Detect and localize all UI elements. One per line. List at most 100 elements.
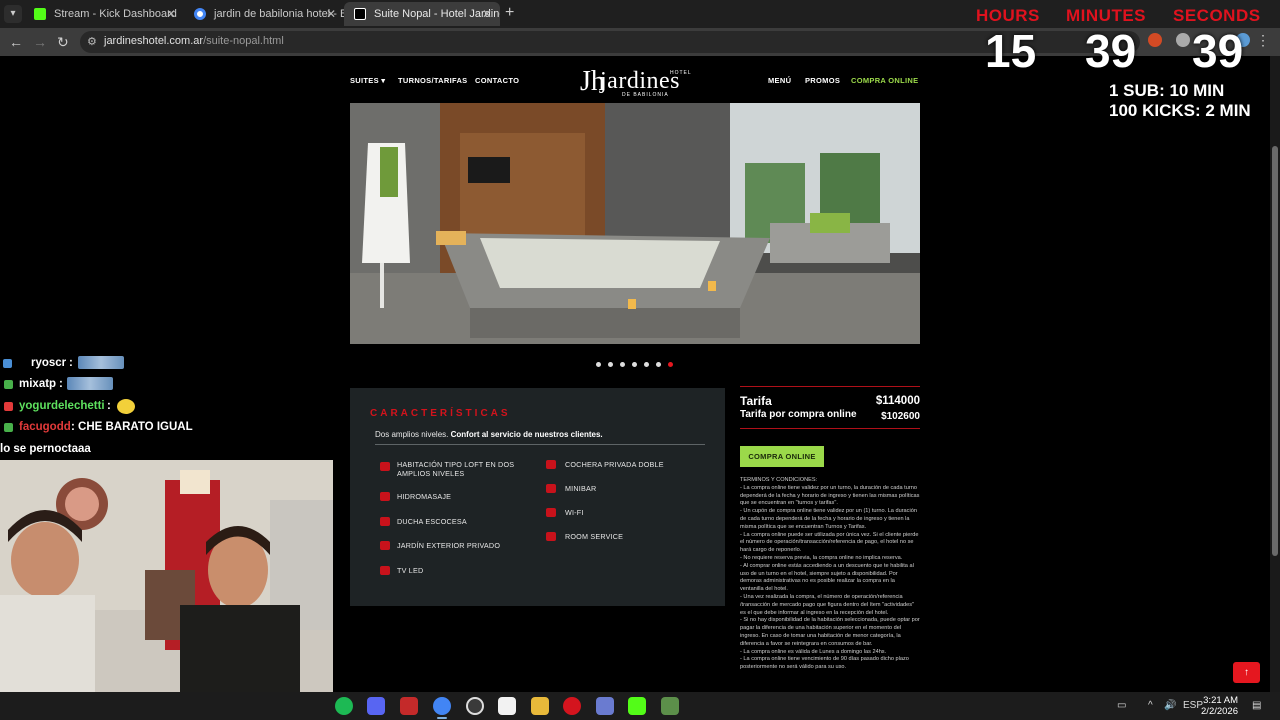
minutes-value: 39 bbox=[1085, 25, 1137, 77]
wifi-icon bbox=[546, 508, 556, 517]
nav-suites[interactable]: SUITES ▾ bbox=[350, 76, 385, 85]
system-clock[interactable]: 3:21 AM 2/2/2026 bbox=[1201, 695, 1238, 717]
opera-icon[interactable] bbox=[563, 697, 581, 715]
seconds-value: 39 bbox=[1192, 25, 1244, 77]
spotify-icon[interactable] bbox=[335, 697, 353, 715]
jardines-favicon-icon bbox=[354, 8, 366, 20]
shower-icon bbox=[380, 517, 390, 526]
logo-hotel-label: HOTEL bbox=[670, 70, 692, 76]
clock-date: 2/2/2026 bbox=[1201, 706, 1238, 717]
close-tab-icon[interactable]: ✕ bbox=[166, 2, 176, 26]
tab-search-button[interactable]: ▾ bbox=[4, 5, 22, 23]
face-emote-icon bbox=[117, 399, 135, 414]
nav-compra-online[interactable]: COMPRA ONLINE bbox=[851, 76, 918, 85]
loft-icon bbox=[380, 462, 390, 471]
tab-title: jardin de babilonia hotel - Busc bbox=[214, 8, 344, 20]
tarifa-price: $114000 bbox=[875, 395, 920, 407]
chrome-icon[interactable] bbox=[433, 697, 451, 715]
features-intro: Dos amplios niveles. Confort al servicio… bbox=[375, 430, 603, 439]
logo-name: jardines bbox=[600, 68, 680, 94]
feature-item: WI-FI bbox=[565, 508, 584, 517]
badge-icon bbox=[4, 402, 13, 411]
back-arrow-icon[interactable]: ← bbox=[9, 34, 23, 50]
badge-icon bbox=[4, 380, 13, 389]
nav-turnos-tarifas[interactable]: TURNOS/TARIFAS bbox=[398, 76, 467, 85]
features-title: CARACTERÍSTICAS bbox=[370, 408, 511, 419]
app-icon[interactable] bbox=[661, 697, 679, 715]
logo-subtitle: DE BABILONIA bbox=[622, 92, 669, 98]
slider-dot[interactable] bbox=[596, 362, 601, 367]
tv-icon bbox=[380, 566, 390, 575]
slider-dot[interactable] bbox=[608, 362, 613, 367]
slider-dot[interactable] bbox=[620, 362, 625, 367]
sub-rule: 1 SUB: 10 MIN bbox=[1109, 81, 1225, 100]
close-tab-icon[interactable]: ✕ bbox=[326, 2, 336, 26]
minibar-icon bbox=[546, 484, 556, 493]
browser-menu-icon[interactable]: ⋮ bbox=[1256, 32, 1270, 49]
back-to-top-button[interactable]: ↑ bbox=[1233, 662, 1260, 683]
app-icon[interactable] bbox=[498, 697, 516, 715]
slider-dot[interactable] bbox=[656, 362, 661, 367]
chat-separator: : bbox=[107, 400, 111, 412]
active-app-indicator bbox=[437, 717, 447, 719]
extension-icon[interactable] bbox=[1176, 33, 1190, 47]
tray-overflow-icon[interactable]: ^ bbox=[1148, 700, 1153, 711]
chat-username: yogurdelechetti bbox=[19, 400, 105, 412]
new-tab-button[interactable]: + bbox=[505, 4, 514, 22]
discord-icon[interactable] bbox=[367, 697, 385, 715]
app-icon[interactable] bbox=[596, 697, 614, 715]
feature-item: ROOM SERVICE bbox=[565, 532, 624, 541]
tab-suite-nopal[interactable]: Suite Nopal - Hotel Jardines de ✕ bbox=[344, 2, 500, 26]
clock-time: 3:21 AM bbox=[1203, 695, 1238, 706]
forward-arrow-icon[interactable]: → bbox=[33, 34, 47, 50]
kick-icon[interactable] bbox=[628, 697, 646, 715]
chat-emote bbox=[67, 377, 113, 390]
nav-contacto[interactable]: CONTACTO bbox=[475, 76, 519, 85]
feature-item: DUCHA ESCOCESA bbox=[397, 517, 467, 526]
address-bar[interactable]: ⚙ jardineshotel.com.ar/suite-nopal.html bbox=[80, 31, 1140, 53]
suite-photo-illustration bbox=[350, 103, 920, 344]
divider bbox=[740, 386, 920, 387]
volume-icon[interactable]: 🔊 bbox=[1164, 700, 1176, 711]
tab-title: Stream - Kick Dashboard bbox=[54, 8, 177, 20]
close-tab-icon[interactable]: ✕ bbox=[482, 2, 492, 26]
garage-icon bbox=[546, 460, 556, 469]
terms-and-conditions: TÉRMINOS Y CONDICIONES: - La compra onli… bbox=[740, 477, 920, 671]
notifications-icon[interactable]: ▤ bbox=[1252, 700, 1261, 711]
address-url: jardineshotel.com.ar/suite-nopal.html bbox=[104, 35, 284, 47]
hours-label: HOURS bbox=[976, 6, 1040, 25]
garden-icon bbox=[380, 541, 390, 550]
reload-icon[interactable]: ↻ bbox=[57, 34, 69, 50]
slider-dot-active[interactable] bbox=[668, 362, 673, 367]
extension-icon[interactable] bbox=[1148, 33, 1162, 47]
divider bbox=[740, 428, 920, 429]
language-indicator[interactable]: ESP bbox=[1183, 700, 1203, 711]
feature-item: TV LED bbox=[397, 566, 424, 575]
divider bbox=[375, 444, 705, 445]
site-logo[interactable]: Jh jardines DE BABILONIA HOTEL bbox=[580, 68, 691, 99]
nav-promos[interactable]: PROMOS bbox=[805, 76, 840, 85]
feature-item: COCHERA PRIVADA DOBLE bbox=[565, 460, 664, 469]
chat-username: ryoscr bbox=[31, 357, 67, 369]
tab-kick-dashboard[interactable]: Stream - Kick Dashboard ✕ bbox=[24, 2, 184, 26]
kicks-rule: 100 KICKS: 2 MIN bbox=[1109, 101, 1251, 120]
chat-text: : CHE BARATO IGUAL bbox=[71, 421, 193, 433]
online-rate-label: Tarifa por compra online bbox=[740, 409, 857, 420]
site-info-icon[interactable]: ⚙ bbox=[87, 35, 97, 48]
file-explorer-icon[interactable] bbox=[531, 697, 549, 715]
seconds-label: SECONDS bbox=[1173, 6, 1261, 25]
features-panel: CARACTERÍSTICAS Dos amplios niveles. Con… bbox=[350, 388, 725, 606]
buy-online-button[interactable]: COMPRA ONLINE bbox=[740, 446, 824, 467]
voicemod-icon[interactable] bbox=[400, 697, 418, 715]
tab-google-search[interactable]: jardin de babilonia hotel - Busc ✕ bbox=[184, 2, 344, 26]
feature-item: HIDROMASAJE bbox=[397, 492, 452, 501]
badge-icon bbox=[4, 423, 13, 432]
scrollbar-thumb[interactable] bbox=[1272, 146, 1278, 556]
slider-dot[interactable] bbox=[644, 362, 649, 367]
obs-icon[interactable] bbox=[466, 697, 484, 715]
nav-menu[interactable]: MENÚ bbox=[768, 76, 791, 85]
keyboard-icon[interactable]: ▭ bbox=[1117, 700, 1126, 711]
chat-username: facugodd bbox=[19, 421, 71, 433]
slider-dot[interactable] bbox=[632, 362, 637, 367]
suite-photo bbox=[350, 103, 920, 344]
